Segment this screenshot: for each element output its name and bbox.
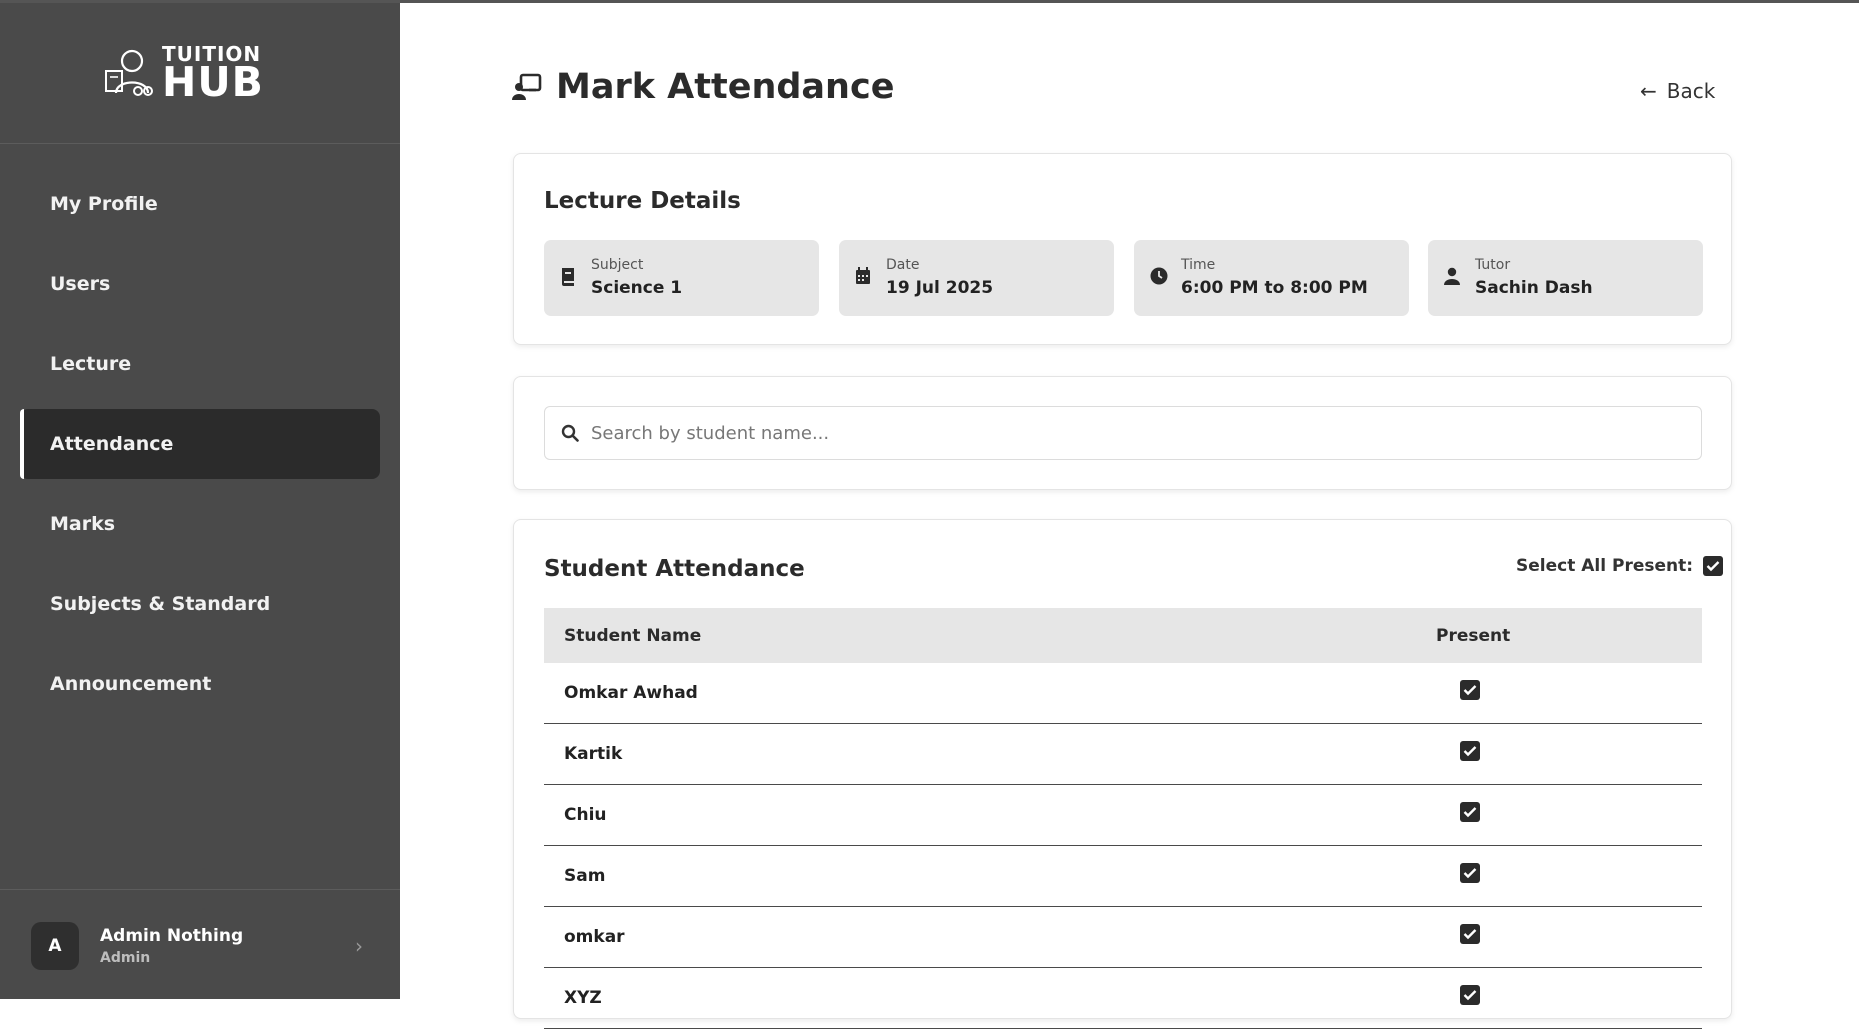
present-checkbox[interactable] [1460,741,1480,761]
lecture-details-title: Lecture Details [544,188,741,214]
student-name: Kartik [564,744,623,764]
present-checkbox[interactable] [1460,802,1480,822]
column-header-student-name: Student Name [564,625,702,646]
subject-label: Subject [591,257,644,273]
checkmark-icon [1463,990,1477,1001]
time-value: 6:00 PM to 8:00 PM [1181,278,1368,298]
sidebar-item-users[interactable]: Users [20,249,380,319]
present-checkbox[interactable] [1460,924,1480,944]
brand-name: TUITION HUB [162,44,264,103]
tutor-value: Sachin Dash [1475,278,1593,298]
student-attendance-title: Student Attendance [544,556,805,582]
sidebar-item-my-profile[interactable]: My Profile [20,169,380,239]
main-content: Mark Attendance ← Back Lecture Details S… [400,3,1845,1029]
student-name: omkar [564,927,625,947]
date-label: Date [886,257,920,273]
checkmark-icon [1706,561,1720,572]
subject-value: Science 1 [591,278,683,298]
user-menu[interactable]: A Admin Nothing Admin › [0,889,400,999]
sidebar-item-marks[interactable]: Marks [20,489,380,559]
student-name: Sam [564,866,606,886]
sidebar: TUITION HUB My Profile Users Lecture Att… [0,0,400,999]
student-name: XYZ [564,988,602,1008]
select-all-present[interactable]: Select All Present: [1516,556,1724,576]
sidebar-item-subjects-standard[interactable]: Subjects & Standard [20,569,380,639]
sidebar-item-attendance[interactable]: Attendance [20,409,380,479]
checkmark-icon [1463,868,1477,879]
user-role: Admin [100,950,151,966]
clock-icon [1150,267,1168,289]
present-checkbox[interactable] [1460,863,1480,883]
logo-area: TUITION HUB [0,0,400,144]
sidebar-item-lecture[interactable]: Lecture [20,329,380,399]
back-button[interactable]: ← Back [1640,79,1715,103]
time-label: Time [1181,257,1216,273]
select-all-checkbox[interactable] [1703,556,1724,576]
date-detail: Date 19 Jul 2025 [839,240,1114,316]
table-header: Student Name Present [544,608,1702,663]
search-input[interactable] [591,422,1671,444]
student-attendance-card: Student Attendance Select All Present: S… [513,519,1732,1029]
present-checkbox[interactable] [1460,680,1480,700]
search-box[interactable] [544,406,1702,460]
lecture-details-card: Lecture Details Subject Science 1 Date 1… [513,153,1732,345]
teacher-board-icon [512,73,542,100]
column-header-present: Present [1436,625,1511,646]
present-checkbox[interactable] [1460,985,1480,1005]
checkmark-icon [1463,685,1477,696]
checkmark-icon [1463,929,1477,940]
tutor-label: Tutor [1475,257,1511,273]
search-icon [561,424,579,442]
person-icon [1444,267,1460,289]
user-name: Admin Nothing [100,926,244,946]
calendar-icon [855,267,871,289]
table-row: Kartik [544,724,1702,785]
date-value: 19 Jul 2025 [886,278,994,298]
sidebar-item-announcement[interactable]: Announcement [20,649,380,719]
search-card [513,376,1732,490]
checkmark-icon [1463,807,1477,818]
arrow-left-icon: ← [1640,79,1657,103]
logo[interactable]: TUITION HUB [102,44,264,103]
avatar: A [31,922,79,970]
table-row: omkar [544,907,1702,968]
table-row: Sam [544,846,1702,907]
attendance-table: Student Name Present Omkar Awhad Kartik … [544,608,1702,1029]
tutor-detail: Tutor Sachin Dash [1428,240,1703,316]
checkmark-icon [1463,746,1477,757]
sidebar-nav: My Profile Users Lecture Attendance Mark… [0,169,400,729]
page-header: Mark Attendance [512,67,894,107]
tutor-logo-icon [105,49,153,96]
back-label: Back [1666,79,1716,103]
book-icon [560,267,576,291]
student-name: Chiu [564,805,607,825]
select-all-label: Select All Present: [1516,556,1694,576]
chevron-right-icon[interactable]: › [355,934,363,958]
subject-detail: Subject Science 1 [544,240,819,316]
page-title: Mark Attendance [556,67,895,107]
top-border [0,0,1859,3]
table-row: Omkar Awhad [544,663,1702,724]
time-detail: Time 6:00 PM to 8:00 PM [1134,240,1409,316]
table-row: Chiu [544,785,1702,846]
brand-line2: HUB [162,58,264,106]
student-name: Omkar Awhad [564,683,698,703]
